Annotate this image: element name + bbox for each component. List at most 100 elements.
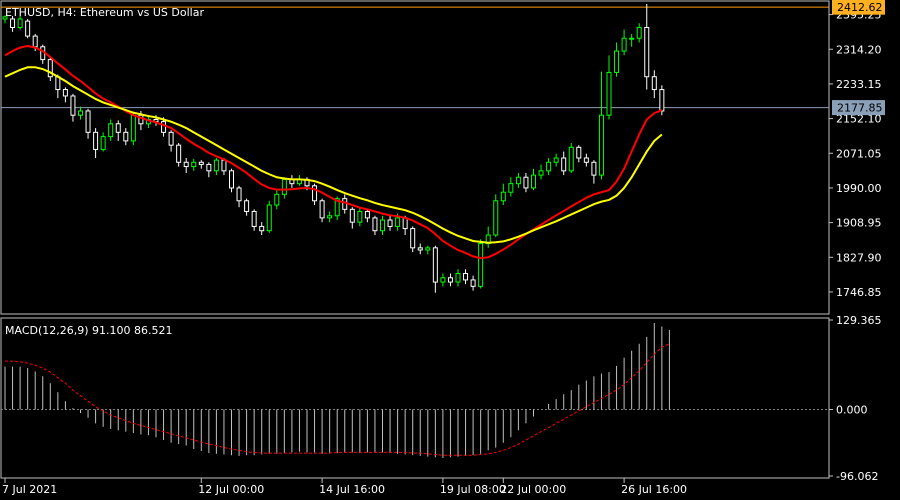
candle-body bbox=[500, 191, 506, 202]
candle-body bbox=[266, 204, 272, 232]
candle-body bbox=[251, 210, 257, 227]
candle-body bbox=[568, 146, 574, 172]
candle-body bbox=[17, 18, 23, 29]
candle-body bbox=[70, 95, 76, 116]
current-price-label: 2177.85 bbox=[837, 102, 883, 115]
macd-tick-label: 129.365 bbox=[836, 314, 882, 327]
candle-body bbox=[515, 176, 521, 185]
candle-body bbox=[447, 277, 453, 283]
time-tick-label: 7 Jul 2021 bbox=[2, 483, 57, 496]
candle-body bbox=[198, 161, 204, 165]
candle-body bbox=[417, 247, 423, 251]
candle-body bbox=[108, 123, 114, 138]
candle-body bbox=[402, 217, 408, 230]
price-tick-label: 1827.90 bbox=[836, 251, 882, 264]
high-price-label: 2412.62 bbox=[837, 1, 883, 14]
candle-body bbox=[432, 247, 438, 283]
candle-body bbox=[115, 123, 121, 133]
candle-body bbox=[583, 157, 589, 163]
candle-body bbox=[644, 27, 650, 78]
candle-body bbox=[123, 131, 129, 142]
candle-body bbox=[576, 146, 582, 159]
candle-body bbox=[606, 71, 612, 116]
candle-body bbox=[470, 279, 476, 287]
time-tick-label: 26 Jul 16:00 bbox=[621, 483, 687, 496]
candle-body bbox=[244, 200, 250, 212]
candle-body bbox=[191, 161, 197, 168]
macd-tick-label: -96.062 bbox=[836, 470, 878, 483]
candle-body bbox=[130, 114, 136, 142]
candle bbox=[266, 200, 272, 233]
candle-body bbox=[93, 131, 99, 150]
candle bbox=[478, 239, 484, 289]
time-tick-label: 14 Jul 16:00 bbox=[319, 483, 385, 496]
candle-body bbox=[168, 131, 174, 146]
candle bbox=[25, 18, 31, 39]
candle-body bbox=[161, 121, 167, 133]
candle-body bbox=[425, 247, 431, 251]
candle-body bbox=[553, 157, 559, 163]
candle bbox=[493, 194, 499, 238]
candle-body bbox=[206, 163, 212, 172]
candle-body bbox=[349, 208, 355, 223]
candle-body bbox=[621, 37, 627, 52]
candle-body bbox=[78, 110, 83, 116]
candle-body bbox=[281, 178, 287, 195]
price-tick-label: 2314.20 bbox=[836, 43, 882, 56]
candle-body bbox=[274, 193, 280, 206]
time-tick-label: 19 Jul 08:00 bbox=[440, 483, 506, 496]
candle-body bbox=[10, 18, 16, 29]
candle-body bbox=[176, 144, 182, 163]
candle-body bbox=[395, 217, 401, 227]
candle-body bbox=[493, 200, 499, 236]
time-tick-label: 12 Jul 00:00 bbox=[198, 483, 264, 496]
candle-body bbox=[659, 89, 665, 112]
candle-body bbox=[100, 136, 106, 150]
candle-body bbox=[410, 228, 416, 249]
candle-body bbox=[508, 183, 514, 193]
price-tick-label: 2233.15 bbox=[836, 78, 882, 91]
candle-body bbox=[614, 50, 620, 73]
candle-body bbox=[236, 187, 242, 202]
candle-body bbox=[598, 114, 604, 176]
candle-body bbox=[25, 20, 31, 37]
macd-tick-label: 0.000 bbox=[836, 404, 868, 417]
high-price-tag: 2412.62 bbox=[832, 0, 885, 15]
candle-body bbox=[651, 76, 657, 91]
candle-body bbox=[629, 37, 635, 40]
candle-body bbox=[183, 161, 189, 168]
candle-body bbox=[463, 273, 469, 281]
candle bbox=[410, 226, 416, 253]
price-axis: 2395.252314.202233.152152.102071.051990.… bbox=[829, 9, 882, 299]
candle-body bbox=[372, 217, 378, 232]
price-tick-label: 1908.95 bbox=[836, 217, 882, 230]
candle bbox=[130, 111, 136, 146]
candle-body bbox=[478, 243, 484, 287]
candle-body bbox=[523, 176, 529, 189]
candle-body bbox=[380, 219, 385, 232]
candle-body bbox=[364, 210, 370, 219]
candle-body bbox=[221, 159, 227, 172]
candle-body bbox=[319, 200, 325, 219]
candle-body bbox=[546, 161, 552, 172]
candle bbox=[568, 143, 574, 173]
price-tick-label: 2071.05 bbox=[836, 147, 882, 160]
candle-body bbox=[62, 89, 68, 97]
candle-body bbox=[229, 170, 234, 189]
macd-title: MACD(12,26,9) 91.100 86.521 bbox=[5, 324, 173, 337]
chart-canvas: 2395.252314.202233.152152.102071.051990.… bbox=[0, 0, 900, 500]
candle-body bbox=[636, 27, 642, 39]
candle-body bbox=[259, 225, 265, 232]
candle-body bbox=[357, 210, 363, 223]
candle-body bbox=[538, 170, 544, 176]
candle-body bbox=[455, 273, 461, 283]
price-tick-label: 1990.00 bbox=[836, 182, 882, 195]
price-tick-label: 1746.85 bbox=[836, 286, 882, 299]
candle-body bbox=[591, 161, 597, 176]
candle-body bbox=[531, 174, 536, 189]
candle-body bbox=[213, 159, 219, 172]
candle-body bbox=[85, 110, 91, 133]
candle-body bbox=[387, 219, 393, 227]
candle-body bbox=[327, 215, 333, 219]
candle-body bbox=[440, 277, 446, 283]
